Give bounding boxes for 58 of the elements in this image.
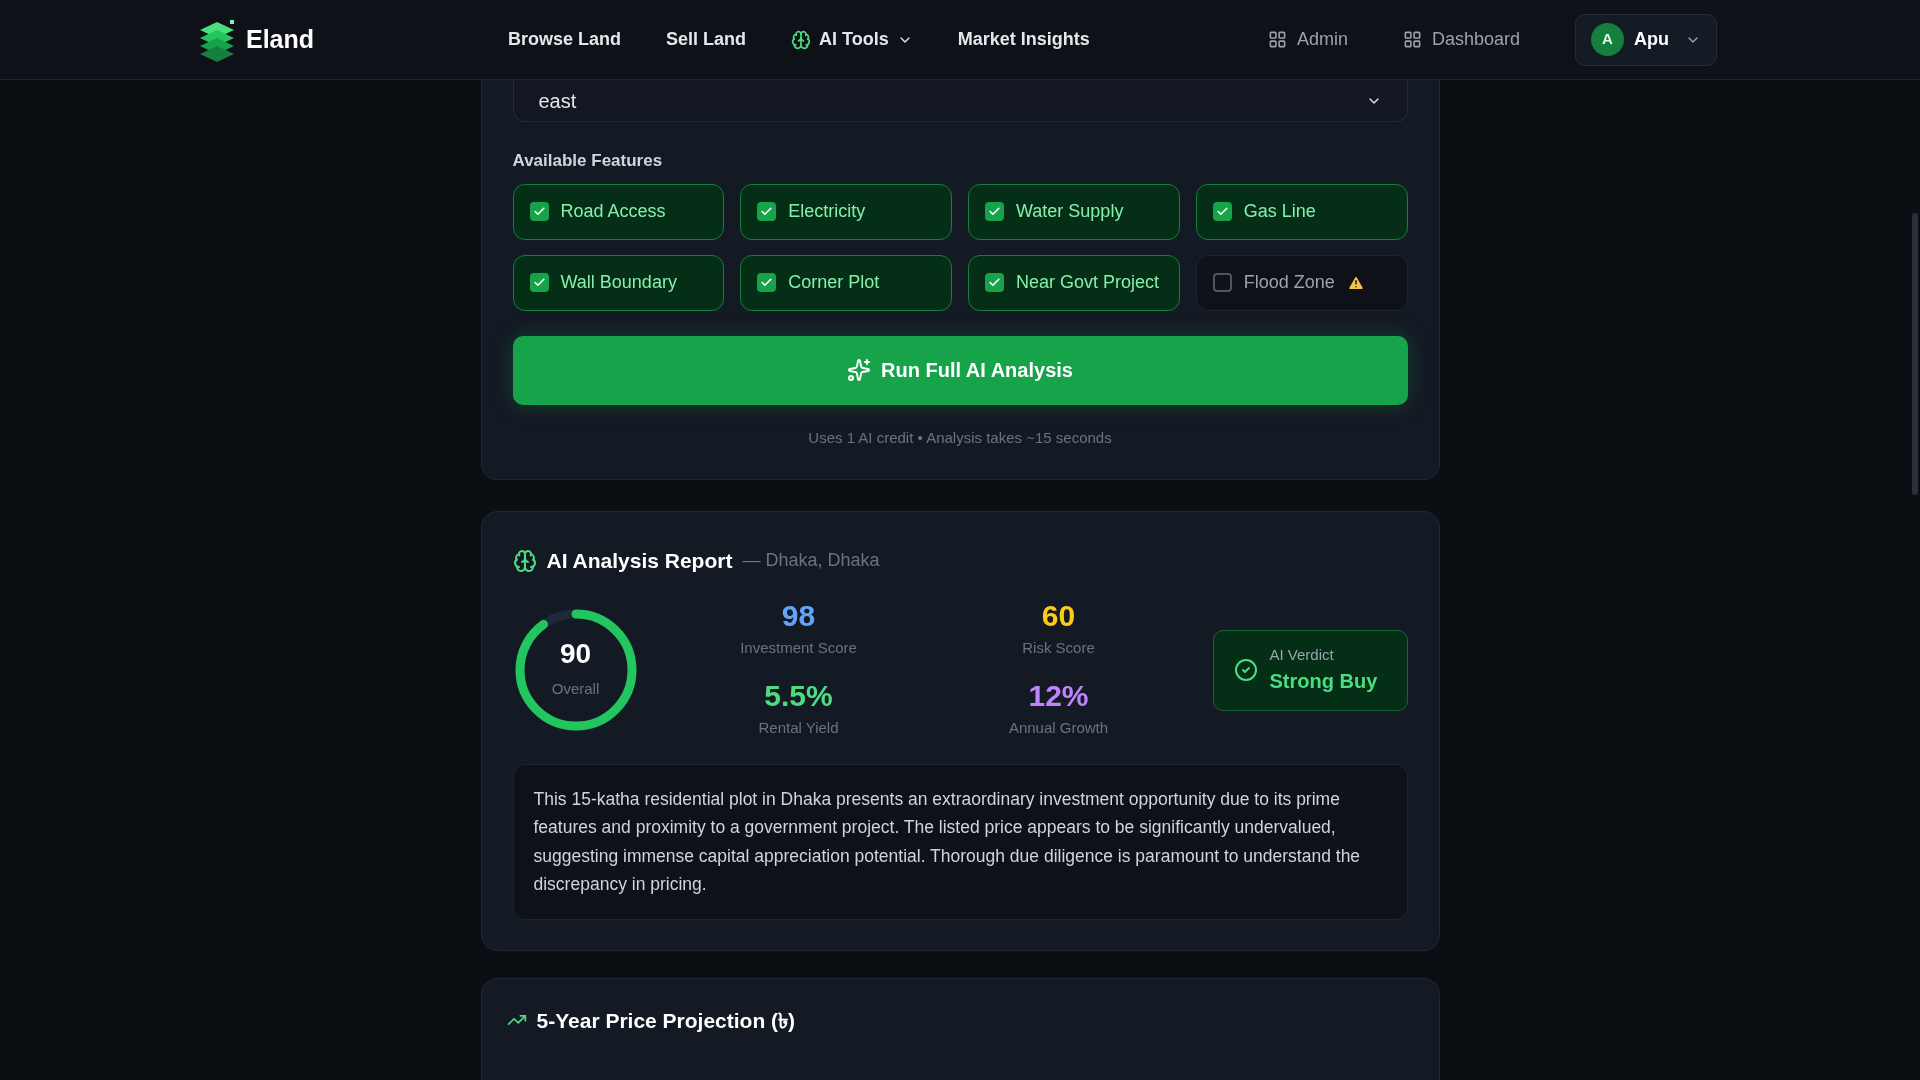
feature-option[interactable]: Flood Zone	[1195, 254, 1408, 311]
features-label: Available Features	[512, 150, 664, 172]
metric-label: Rental Yield	[758, 718, 839, 738]
nav-link[interactable]: Browse Land	[508, 26, 622, 53]
metric-label: Risk Score	[1022, 637, 1095, 658]
verdict-label: AI Verdict	[1269, 644, 1335, 665]
feature-option[interactable]: Near Govt Project	[968, 254, 1180, 311]
sparkles-icon	[847, 358, 872, 382]
checkbox[interactable]	[529, 202, 549, 221]
checkbox[interactable]	[529, 273, 549, 292]
report-location: — Dhaka, Dhaka	[742, 549, 880, 573]
check-icon	[988, 276, 1001, 289]
summary-text: This 15-katha residential plot in Dhaka presents an extraordinary investment opportunity due to its prime features and proximity to a government project. The listed price appears to be significantly undervalued, suggesting immense capital appreciation potential. Thorough due diligence is paramount to understand the discrepancy in pricing.	[533, 787, 1362, 896]
verdict-value: Strong Buy	[1269, 669, 1378, 695]
metric-label: Annual Growth	[1008, 718, 1109, 738]
check-icon	[760, 276, 774, 289]
metric-label: Investment Score	[740, 637, 857, 658]
metric-value: 98	[781, 600, 816, 631]
brain-icon	[791, 29, 812, 50]
overall-label: Overall	[551, 678, 600, 699]
check-icon	[760, 205, 774, 218]
checkbox[interactable]	[757, 273, 777, 292]
user-name: Apu	[1634, 28, 1669, 51]
feature-option[interactable]: Water Supply	[968, 183, 1180, 240]
nav-menu[interactable]: AI Tools	[791, 26, 913, 53]
checkbox[interactable]	[1212, 202, 1232, 221]
check-icon	[1215, 205, 1229, 218]
check-circle-icon	[1233, 658, 1258, 682]
facing-select[interactable]: east	[512, 80, 1408, 122]
feature-option[interactable]: Wall Boundary	[512, 254, 725, 311]
feature-option[interactable]: Corner Plot	[740, 254, 952, 311]
brain-icon	[512, 548, 537, 573]
brand-name[interactable]: Eland	[246, 20, 315, 59]
check-icon	[532, 205, 546, 218]
metric-value: 60	[1041, 600, 1076, 631]
metric-value: 12%	[1028, 681, 1089, 711]
checkbox[interactable]	[757, 202, 777, 221]
user-avatar: A	[1591, 23, 1624, 56]
header-button[interactable]: Dashboard	[1402, 26, 1520, 53]
credit-note: Uses 1 AI credit • Analysis takes ~15 seconds	[807, 427, 1113, 448]
nav-link[interactable]: Sell Land	[666, 26, 747, 53]
user-menu[interactable]: A Apu	[1575, 13, 1717, 66]
feature-option[interactable]: Road Access	[512, 183, 725, 240]
checkbox[interactable]	[985, 202, 1004, 221]
metric-value: 5.5%	[764, 681, 833, 711]
check-icon	[532, 276, 546, 289]
nav-link[interactable]: Market Insights	[957, 26, 1090, 53]
checkbox[interactable]	[985, 273, 1004, 292]
overall-score: 90	[559, 639, 592, 668]
grid-icon	[1267, 30, 1287, 49]
feature-option[interactable]: Gas Line	[1195, 183, 1408, 240]
header-button[interactable]: Admin	[1267, 26, 1348, 53]
report-title: AI Analysis Report	[546, 548, 733, 574]
checkbox[interactable]	[1212, 273, 1232, 292]
check-icon	[988, 205, 1001, 218]
grid-icon	[1402, 30, 1422, 49]
projection-title: 5-Year Price Projection (৳)	[536, 1007, 796, 1034]
feature-option[interactable]: Electricity	[740, 183, 952, 240]
